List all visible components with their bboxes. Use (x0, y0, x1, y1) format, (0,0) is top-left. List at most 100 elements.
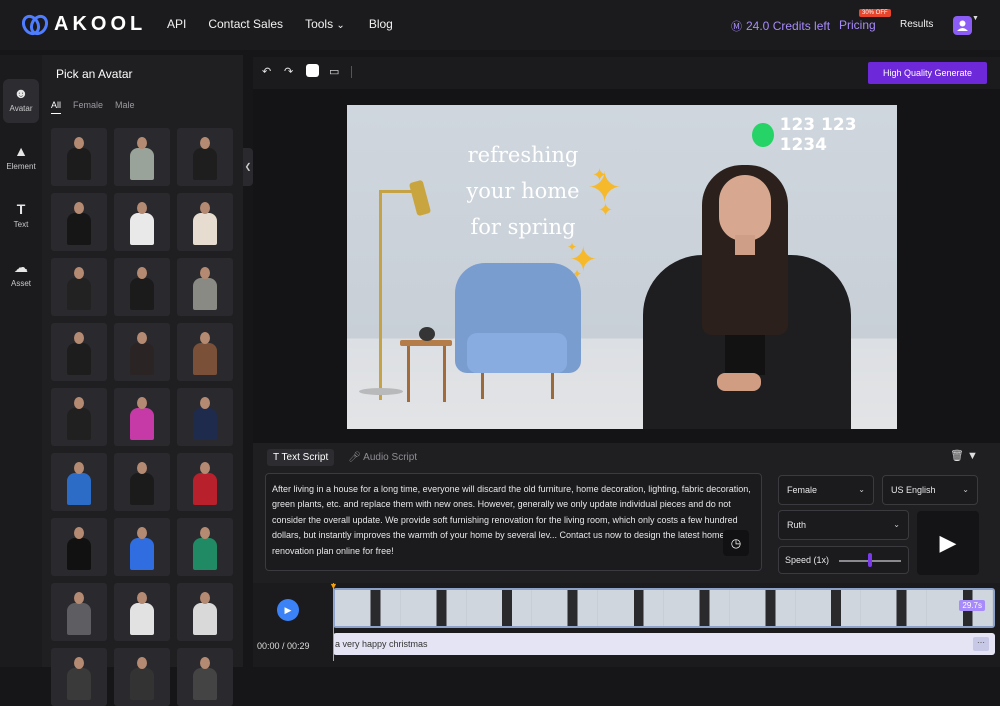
tab-male[interactable]: Male (115, 100, 135, 114)
avatar-body (67, 603, 91, 635)
clip-frame (400, 590, 467, 626)
nav-tools[interactable]: Tools ⌄ (305, 17, 345, 31)
avatar-thumbnail[interactable] (114, 323, 170, 381)
avatar-head (200, 267, 210, 279)
text-icon: T (273, 452, 279, 463)
avatar-body (67, 538, 91, 570)
rail-avatar-label: Avatar (9, 104, 33, 113)
avatar-thumbnail[interactable] (114, 388, 170, 446)
avatar-body (193, 603, 217, 635)
rail-text[interactable]: T Text (3, 195, 39, 239)
chevron-down-icon[interactable]: ▼ (972, 15, 979, 22)
tab-female[interactable]: Female (73, 100, 103, 114)
presenter-hands (717, 373, 761, 391)
avatar-thumbnail[interactable] (114, 193, 170, 251)
user-avatar[interactable] (953, 16, 972, 35)
avatar-body (130, 668, 154, 700)
speed-slider-handle[interactable] (868, 553, 872, 567)
more-icon[interactable]: ⋯ (973, 637, 989, 651)
top-bar: AKOOL API Contact Sales Tools ⌄ Blog Ⓜ 2… (0, 0, 1000, 50)
avatar-thumbnail[interactable] (51, 323, 107, 381)
phone-number: 123 123 1234 (779, 115, 857, 155)
chevron-down-icon: ⌄ (962, 485, 969, 494)
rail-element[interactable]: ▲ Element (3, 137, 39, 181)
avatar-thumbnail[interactable] (51, 453, 107, 511)
voice-select[interactable]: Ruth ⌄ (778, 510, 909, 540)
phone-overlay[interactable]: 123 123 1234 (752, 115, 897, 155)
avatar-head (74, 267, 84, 279)
avatar-head (74, 202, 84, 214)
caret-down-icon[interactable]: ▼ (967, 450, 978, 462)
avatar-thumbnail[interactable] (177, 453, 233, 511)
avatar-thumbnail[interactable] (177, 388, 233, 446)
avatar-head (137, 462, 147, 474)
avatar-head (74, 137, 84, 149)
nav-api[interactable]: API (167, 17, 186, 31)
clip-frame (663, 590, 730, 626)
avatar-thumbnail[interactable] (114, 518, 170, 576)
undo-icon[interactable]: ↶ (262, 65, 271, 78)
clip-frame (532, 590, 599, 626)
rail-avatar[interactable]: ☻ Avatar (3, 79, 39, 123)
avatar-thumbnail[interactable] (114, 128, 170, 186)
aspect-ratio-icon[interactable]: ▭ (329, 65, 339, 78)
avatar-head (200, 202, 210, 214)
avatar-thumbnail[interactable] (177, 648, 233, 706)
high-quality-generate-button[interactable]: High Quality Generate (868, 62, 987, 84)
avatar-body (193, 278, 217, 310)
collapse-panel-button[interactable]: ❮ (243, 148, 253, 186)
avatar-thumbnail[interactable] (114, 258, 170, 316)
akool-logo[interactable]: AKOOL (22, 13, 146, 36)
nav-contact-sales[interactable]: Contact Sales (208, 17, 283, 31)
avatar-thumbnail[interactable] (114, 648, 170, 706)
avatar-thumbnail[interactable] (177, 128, 233, 186)
redo-icon[interactable]: ↷ (284, 65, 293, 78)
avatar-head (137, 397, 147, 409)
avatar-thumbnail[interactable] (177, 193, 233, 251)
tab-text-script[interactable]: T Text Script (267, 449, 335, 466)
nav-blog[interactable]: Blog (369, 17, 393, 31)
avatar-thumbnail[interactable] (51, 518, 107, 576)
preview-voice-button[interactable]: ▶ (917, 511, 979, 575)
background-color-icon[interactable] (306, 64, 319, 77)
sparkle-icon: ✦ (572, 267, 583, 281)
shapes-icon: ▲ (14, 143, 28, 159)
avatar-thumbnail[interactable] (51, 388, 107, 446)
chevron-down-icon: ⌄ (336, 20, 345, 31)
avatar-thumbnail[interactable] (51, 648, 107, 706)
clock-icon[interactable]: ◷ (723, 530, 749, 556)
person-icon: ☻ (13, 85, 29, 101)
avatar-thumbnail[interactable] (51, 583, 107, 641)
avatar-thumbnail[interactable] (177, 323, 233, 381)
video-clip-track[interactable]: 29.7s (333, 588, 995, 628)
avatar-thumbnail[interactable] (114, 453, 170, 511)
tab-audio-script[interactable]: 🎤︎ Audio Script (348, 449, 417, 466)
delete-icon[interactable]: 🗑︎ ▼ (950, 449, 978, 462)
avatar-thumbnail[interactable] (114, 583, 170, 641)
speed-label: Speed (1x) (785, 555, 830, 565)
plant-vase (419, 327, 435, 341)
rail-asset[interactable]: ☁ Asset (3, 253, 39, 297)
avatar-thumbnail[interactable] (177, 258, 233, 316)
nav-pricing[interactable]: Pricing (839, 18, 876, 32)
timeline-play-button[interactable]: ▶ (277, 599, 299, 621)
tab-all[interactable]: All (51, 100, 62, 114)
avatar-thumbnail[interactable] (177, 583, 233, 641)
credits-indicator[interactable]: Ⓜ 24.0 Credits left (731, 18, 830, 34)
avatar-body (67, 213, 91, 245)
left-rail: ☻ Avatar ▲ Element T Text ☁ Asset (0, 55, 42, 667)
script-textarea[interactable]: After living in a house for a long time,… (265, 473, 762, 571)
overlay-text[interactable]: refreshing your home for spring (465, 137, 581, 245)
video-preview[interactable]: refreshing your home for spring ✦ ✦ ✦ ✦ … (347, 105, 897, 429)
avatar-thumbnail[interactable] (51, 128, 107, 186)
sparkle-icon: ✦ (567, 240, 578, 254)
avatar-head (74, 527, 84, 539)
avatar-thumbnail[interactable] (51, 193, 107, 251)
caption-track[interactable]: a very happy christmas ⋯ (333, 633, 995, 655)
nav-results[interactable]: Results (900, 19, 933, 30)
gender-select[interactable]: Female ⌄ (778, 475, 874, 505)
avatar-thumbnail[interactable] (177, 518, 233, 576)
language-select[interactable]: US English ⌄ (882, 475, 978, 505)
credits-text: 24.0 Credits left (746, 19, 831, 33)
avatar-thumbnail[interactable] (51, 258, 107, 316)
